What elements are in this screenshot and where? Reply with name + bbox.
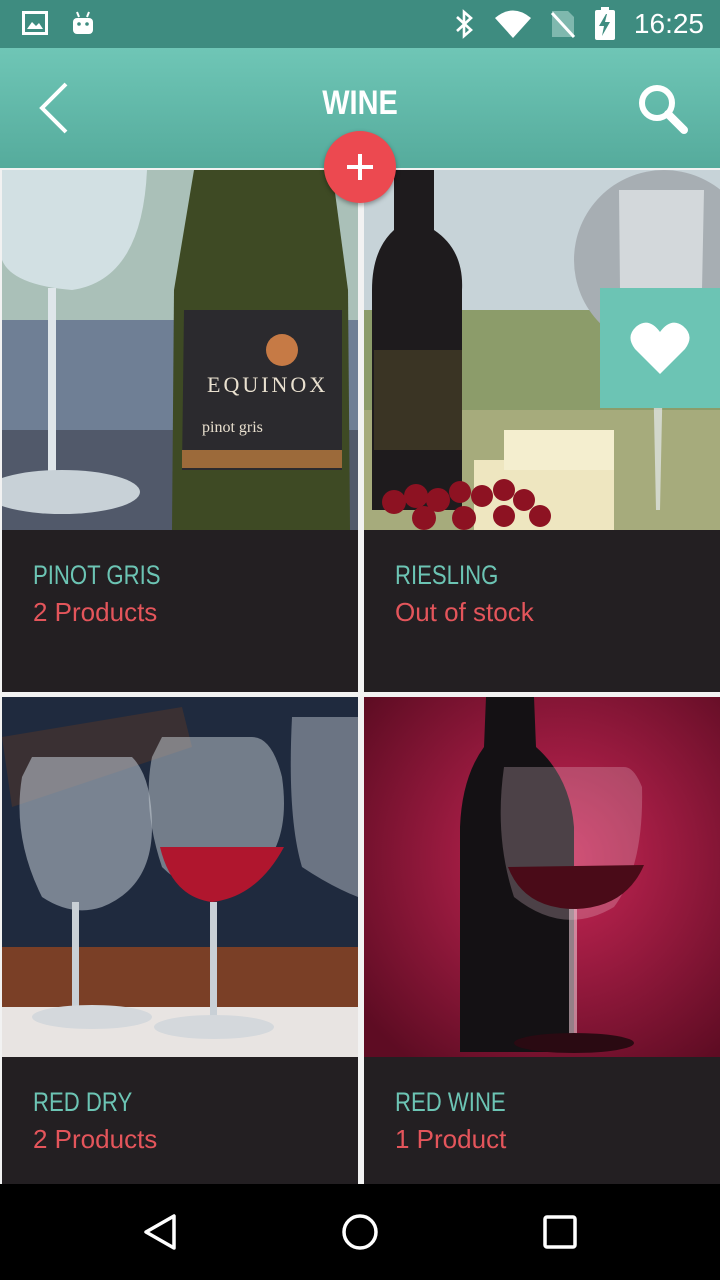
svg-text:pinot gris: pinot gris (202, 419, 263, 436)
favorite-button[interactable] (600, 288, 720, 408)
bluetooth-icon (456, 9, 473, 39)
page-title: WINE (322, 84, 398, 122)
nav-back-icon[interactable] (136, 1208, 184, 1256)
pinot-gris-photo: EQUINOX pinot gris (2, 170, 358, 530)
category-info: RED WINE 1 Product (364, 1057, 720, 1184)
nav-home-icon[interactable] (336, 1208, 384, 1256)
svg-text:EQUINOX: EQUINOX (207, 372, 328, 397)
status-bar: 16:25 (0, 0, 720, 48)
status-time: 16:25 (633, 8, 704, 39)
category-info: PINOT GRIS 2 Products (2, 530, 358, 692)
category-name: RED DRY (33, 1087, 133, 1117)
red-wine-photo (364, 697, 720, 1057)
battery-icon (594, 7, 615, 40)
heart-icon (630, 322, 690, 374)
wifi-icon (494, 10, 531, 38)
category-name: RED WINE (395, 1087, 506, 1117)
category-info: RIESLING Out of stock (364, 530, 720, 692)
category-count: Out of stock (395, 597, 534, 627)
category-name: RIESLING (395, 560, 499, 590)
add-button[interactable] (324, 131, 396, 203)
nav-recents-icon[interactable] (536, 1208, 584, 1256)
plus-icon (347, 154, 373, 180)
navigation-bar (0, 1184, 720, 1280)
search-icon[interactable] (636, 82, 690, 136)
no-sim-icon (550, 11, 576, 39)
category-name: PINOT GRIS (33, 560, 161, 590)
category-count: 2 Products (33, 1124, 158, 1154)
category-grid: EQUINOX pinot gris PINOT GRIS 2 Products (0, 168, 720, 1184)
android-icon (73, 11, 93, 34)
red-dry-photo (2, 697, 358, 1057)
image-icon (22, 11, 48, 35)
category-info: RED DRY 2 Products (2, 1057, 358, 1184)
category-count: 2 Products (33, 597, 158, 627)
category-count: 1 Product (395, 1124, 507, 1154)
